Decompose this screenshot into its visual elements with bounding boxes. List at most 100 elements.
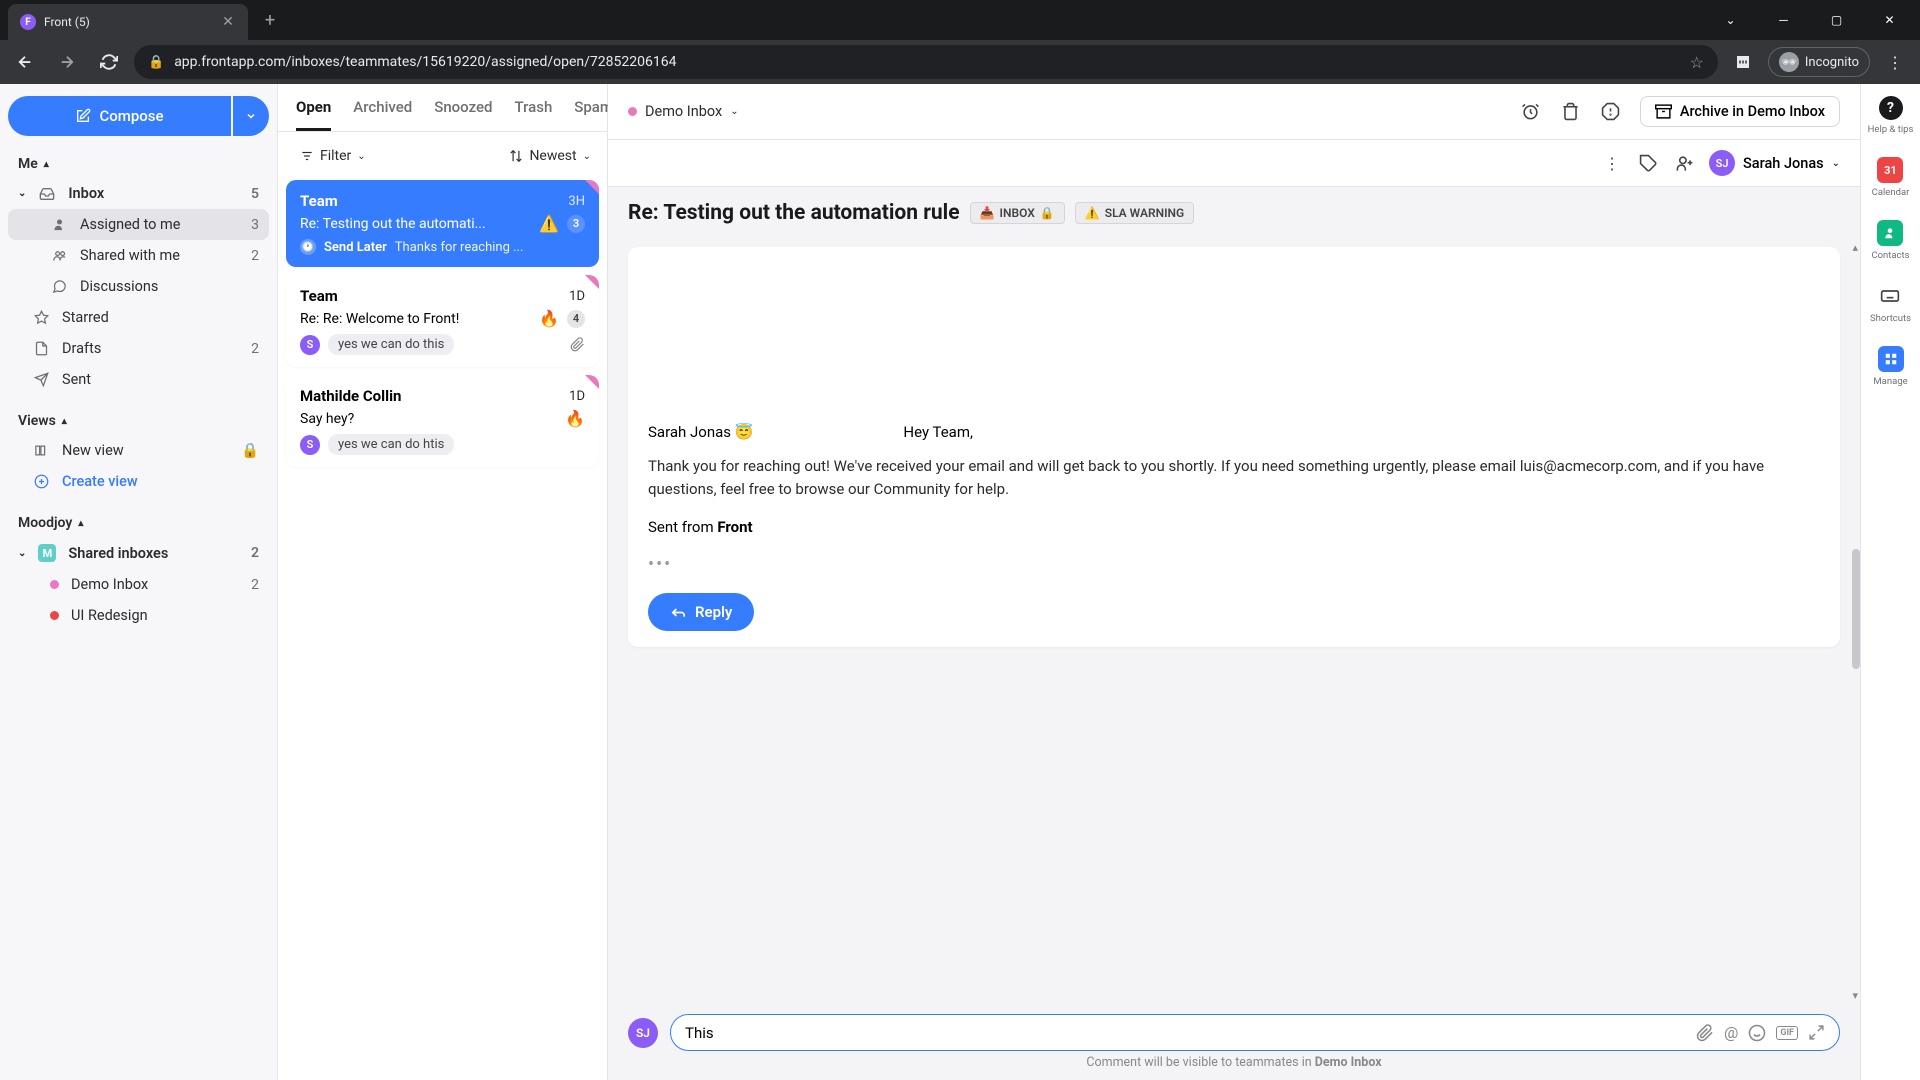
nav-create-view[interactable]: Create view [8,466,269,497]
nav-shared-with-me[interactable]: Shared with me 2 [8,240,269,271]
tabs-dropdown-icon[interactable]: ⌄ [1708,5,1753,35]
tab-open[interactable]: Open [296,98,331,131]
nav-drafts[interactable]: Drafts 2 [8,333,269,364]
comment-input[interactable] [685,1024,1686,1042]
nav-shared-label: Shared with me [80,247,239,264]
rail-manage-label: Manage [1873,376,1907,387]
rail-manage[interactable]: Manage [1873,346,1907,387]
message-from: Sarah Jonas 😇 [648,423,753,441]
nav-starred-label: Starred [62,309,259,326]
forward-button[interactable] [50,45,84,79]
close-tab-icon[interactable]: ✕ [220,14,236,30]
convo-subject: Re: Testing out the automati... [300,216,531,232]
lock-icon: 🔒 [241,442,259,459]
compose-row: Compose [8,96,269,136]
rail-help-label: Help & tips [1868,124,1914,135]
snooze-icon[interactable] [1520,101,1542,123]
section-me[interactable]: Me ▴ [8,150,269,178]
more-icon[interactable]: ⋮ [1601,152,1623,174]
rail-contacts[interactable]: Contacts [1871,220,1909,261]
nav-ui-redesign[interactable]: UI Redesign [8,600,269,631]
message-scroll[interactable]: ▴ Sarah Jonas 😇 Hey Team, Thank you for … [608,239,1860,1004]
browser-menu-icon[interactable]: ⋮ [1878,45,1912,79]
archive-button[interactable]: Archive in Demo Inbox [1640,96,1840,127]
inbox-pill[interactable]: 📥 INBOX 🔒 [970,202,1065,224]
tag-icon[interactable] [1637,152,1659,174]
conversation-list[interactable]: Team 3H Re: Testing out the automati... … [278,180,607,1080]
rail-help[interactable]: ? Help & tips [1868,96,1914,135]
compose-button[interactable]: Compose [8,96,231,136]
nav-demo-inbox-count: 2 [251,577,259,593]
chevron-up-icon: ▴ [62,416,67,427]
close-window-icon[interactable]: ✕ [1867,5,1912,35]
users-icon [50,248,68,263]
filter-button[interactable]: Filter ⌄ [294,144,372,168]
expand-quoted-icon[interactable]: ••• [648,554,1820,575]
back-button[interactable] [8,45,42,79]
pink-dot-icon [50,580,59,589]
sort-button[interactable]: Newest ⌄ [509,148,591,164]
assignee-chip[interactable]: SJ Sarah Jonas ⌄ [1709,150,1840,176]
expand-icon[interactable] [1808,1024,1825,1041]
add-participant-icon[interactable] [1673,152,1695,174]
trash-icon[interactable] [1560,101,1582,123]
convo-preview: Thanks for reaching ... [395,240,585,255]
nav-sent-label: Sent [62,371,259,388]
mention-icon[interactable]: @ [1724,1023,1738,1042]
nav-shared-count: 2 [251,248,259,264]
nav-shared-inboxes[interactable]: ⌄ M Shared inboxes 2 [8,537,269,569]
sla-warning-pill[interactable]: ⚠️ SLA WARNING [1075,202,1194,224]
rail-calendar[interactable]: 31 Calendar [1872,157,1910,198]
keyboard-icon [1877,283,1903,309]
nav-drafts-count: 2 [251,341,259,357]
tab-snoozed[interactable]: Snoozed [434,98,492,131]
new-tab-button[interactable]: + [256,6,284,34]
nav-inbox[interactable]: ⌄ Inbox 5 [8,178,269,209]
reply-button[interactable]: Reply [648,593,754,631]
fire-icon: 🔥 [539,309,559,328]
tab-trash[interactable]: Trash [514,98,552,131]
emoji-icon[interactable] [1748,1024,1766,1042]
main-toolbar: Demo Inbox ⌄ Archive in Demo Inbox [608,84,1860,140]
minimize-icon[interactable]: ─ [1761,5,1806,35]
scrollbar-thumb[interactable] [1852,549,1860,669]
conversation-card[interactable]: Team 1D Re: Re: Welcome to Front! 🔥 4 S … [286,275,599,367]
attachment-icon[interactable] [1696,1024,1714,1042]
compose-dropdown-button[interactable] [233,96,269,136]
send-icon [32,372,50,387]
maximize-icon[interactable]: ▢ [1814,5,1859,35]
spam-icon[interactable] [1600,101,1622,123]
rail-shortcuts[interactable]: Shortcuts [1870,283,1911,324]
browser-tab[interactable]: F Front (5) ✕ [8,4,248,40]
nav-new-view[interactable]: New view 🔒 [8,435,269,466]
scroll-down-icon[interactable]: ▾ [1852,989,1858,1002]
comment-box[interactable]: @ GIF [670,1014,1840,1051]
section-views[interactable]: Views ▴ [8,407,269,435]
convo-toolbar: Filter ⌄ Newest ⌄ [278,132,607,180]
message-count-badge: 4 [567,310,585,328]
bookmark-star-icon[interactable]: ☆ [1690,53,1704,72]
conversation-card[interactable]: Team 3H Re: Testing out the automati... … [286,180,599,267]
reload-button[interactable] [92,45,126,79]
chevron-up-icon: ▴ [44,159,49,170]
scroll-up-icon[interactable]: ▴ [1852,241,1858,254]
tab-archived[interactable]: Archived [353,98,412,131]
nav-assigned-count: 3 [251,217,259,233]
section-moodjoy[interactable]: Moodjoy ▴ [8,509,269,537]
nav-discussions[interactable]: Discussions [8,271,269,302]
inbox-chip[interactable]: Demo Inbox ⌄ [628,103,739,120]
conversation-card[interactable]: Mathilde Collin 1D Say hey? 🔥 S yes we c… [286,375,599,467]
convo-sender: Mathilde Collin [300,387,401,405]
url-box[interactable]: 🔒 app.frontapp.com/inboxes/teammates/156… [134,45,1718,79]
extensions-icon[interactable] [1726,45,1760,79]
nav-assigned-to-me[interactable]: Assigned to me 3 [8,209,269,240]
avatar-icon: S [300,335,320,355]
gif-icon[interactable]: GIF [1776,1026,1798,1040]
nav-demo-inbox[interactable]: Demo Inbox 2 [8,569,269,600]
nav-sent[interactable]: Sent [8,364,269,395]
nav-starred[interactable]: Starred [8,302,269,333]
incognito-badge[interactable]: 🕶 Incognito [1768,47,1870,77]
warning-icon: ⚠️ [539,214,559,233]
comment-row: SJ @ GIF [608,1004,1860,1055]
section-me-label: Me [18,156,38,172]
